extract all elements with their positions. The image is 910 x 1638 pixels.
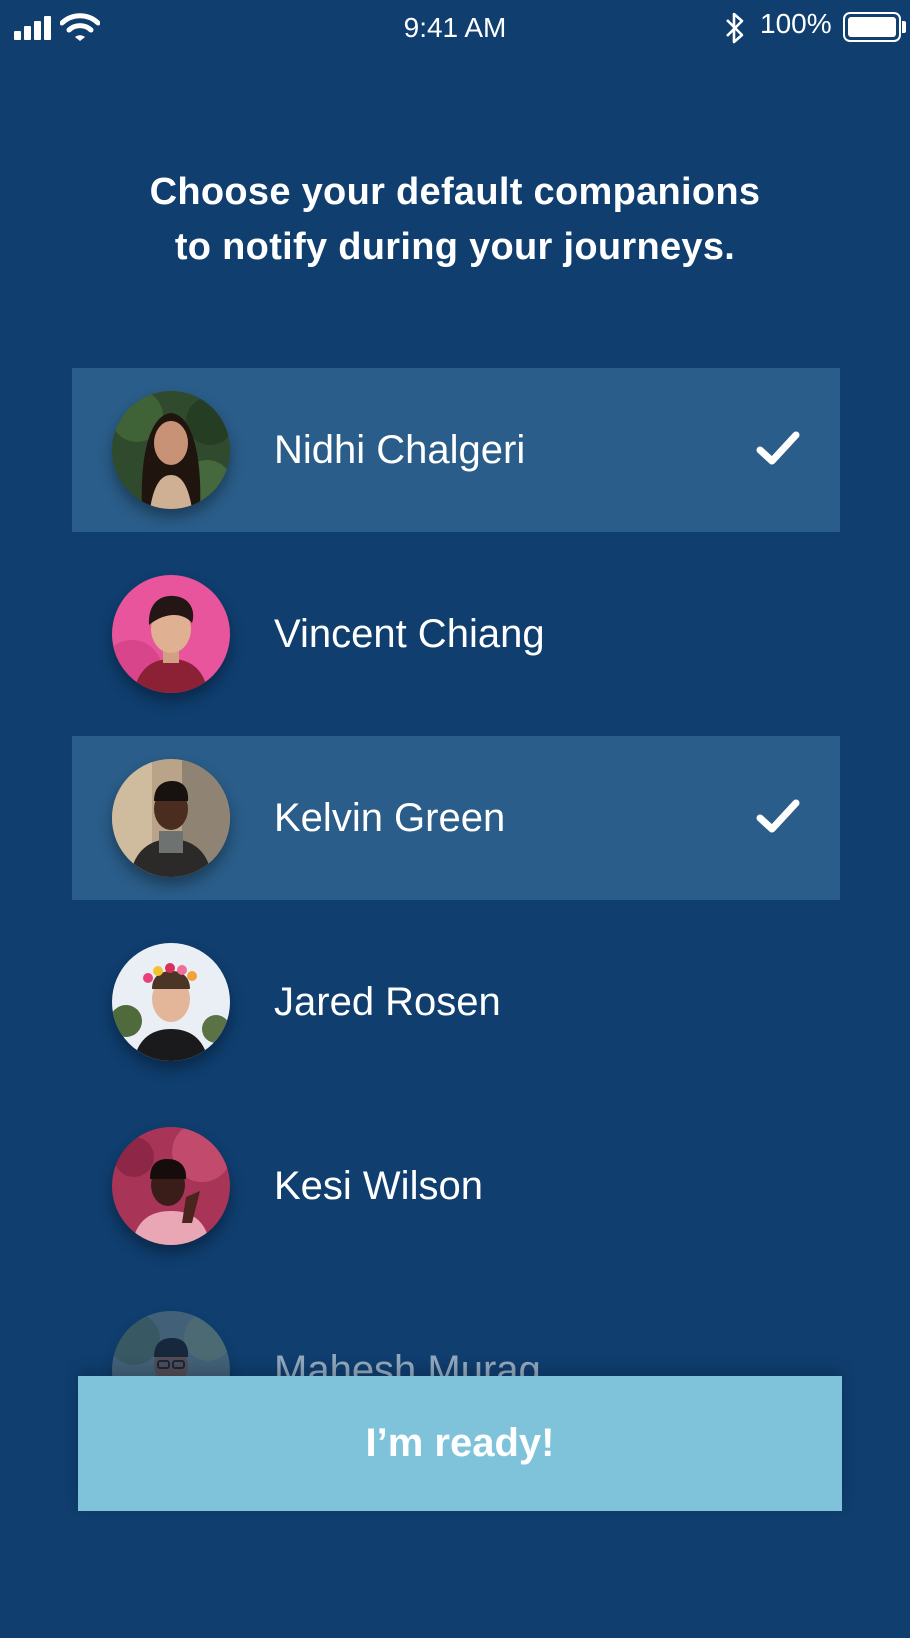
battery-icon: [843, 12, 901, 42]
companion-item-kelvin-green[interactable]: Kelvin Green: [72, 736, 840, 900]
checkmark-icon: [756, 431, 800, 465]
page-title-line-1: Choose your default companions: [149, 171, 761, 213]
companion-name: Jared Rosen: [274, 980, 501, 1024]
avatar: [112, 1127, 230, 1245]
companion-name: Kesi Wilson: [274, 1164, 483, 1208]
status-bar: 9:41 AM 100%: [0, 0, 910, 56]
companion-item-kesi-wilson[interactable]: Kesi Wilson: [72, 1104, 840, 1268]
companion-list: Nidhi Chalgeri Vincent Chiang Kelvin Gre…: [72, 368, 840, 1472]
checkmark-icon: [756, 799, 800, 833]
companion-item-jared-rosen[interactable]: Jared Rosen: [72, 920, 840, 1084]
bluetooth-icon: [726, 12, 744, 44]
battery-percentage: 100%: [760, 8, 832, 39]
im-ready-button[interactable]: I’m ready!: [78, 1376, 842, 1511]
avatar: [112, 575, 230, 693]
companion-name: Nidhi Chalgeri: [274, 428, 526, 472]
page-title: Choose your default companions to notify…: [0, 165, 910, 275]
avatar: [112, 943, 230, 1061]
companion-name: Kelvin Green: [274, 796, 506, 840]
avatar: [112, 759, 230, 877]
companion-item-nidhi-chalgeri[interactable]: Nidhi Chalgeri: [72, 368, 840, 532]
avatar: [112, 391, 230, 509]
companion-item-vincent-chiang[interactable]: Vincent Chiang: [72, 552, 840, 716]
page-title-line-2: to notify during your journeys.: [174, 226, 736, 268]
companion-name: Vincent Chiang: [274, 612, 545, 656]
